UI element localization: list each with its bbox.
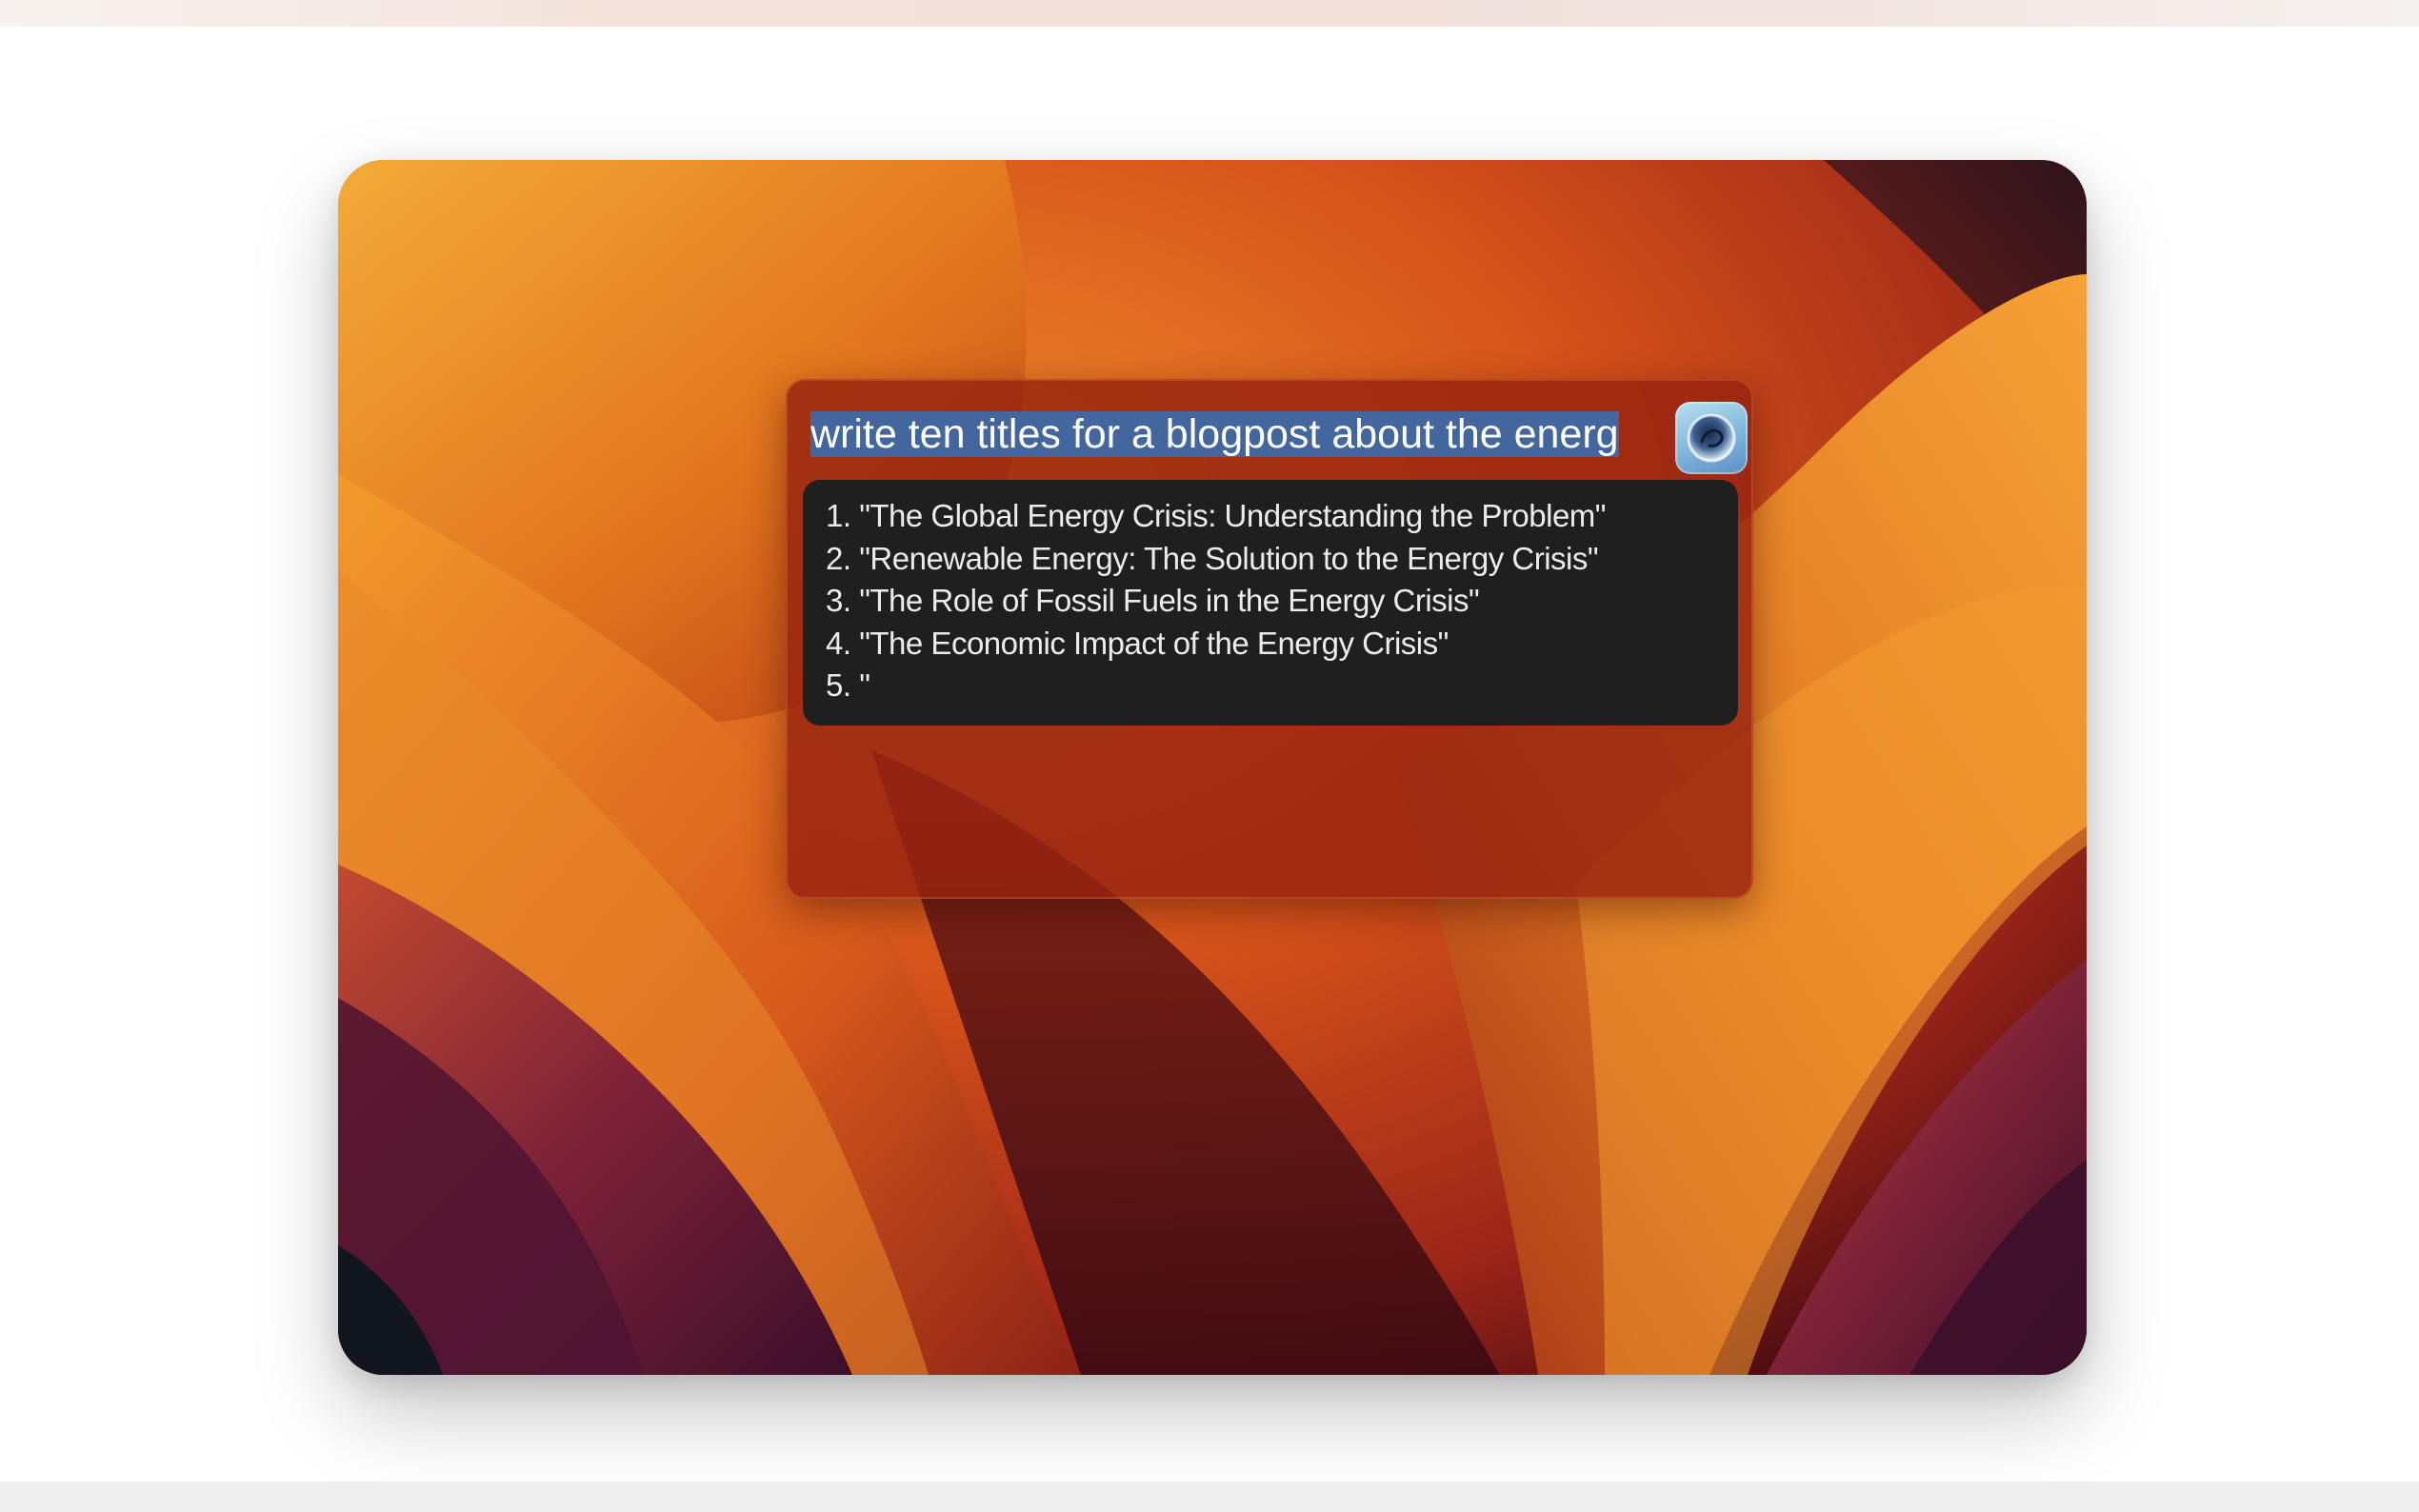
ai-assistant-icon <box>1687 413 1736 463</box>
ai-prompt-panel: write ten titles for a blogpost about th… <box>786 379 1753 899</box>
response-line: 5. " <box>826 667 870 703</box>
top-background-strip <box>0 0 2419 27</box>
response-line: 1. "The Global Energy Crisis: Understand… <box>826 498 1607 533</box>
response-line: 2. "Renewable Energy: The Solution to th… <box>826 540 1599 576</box>
prompt-input-text: write ten titles for a blogpost about th… <box>810 411 1619 457</box>
response-line: 3. "The Role of Fossil Fuels in the Ener… <box>826 583 1480 618</box>
response-output: 1. "The Global Energy Crisis: Understand… <box>803 480 1738 726</box>
bottom-background-strip <box>0 1482 2419 1512</box>
response-line: 4. "The Economic Impact of the Energy Cr… <box>826 625 1449 661</box>
desktop-window: write ten titles for a blogpost about th… <box>338 160 2087 1375</box>
prompt-input[interactable]: write ten titles for a blogpost about th… <box>810 406 1649 463</box>
assistant-button[interactable] <box>1675 402 1748 474</box>
